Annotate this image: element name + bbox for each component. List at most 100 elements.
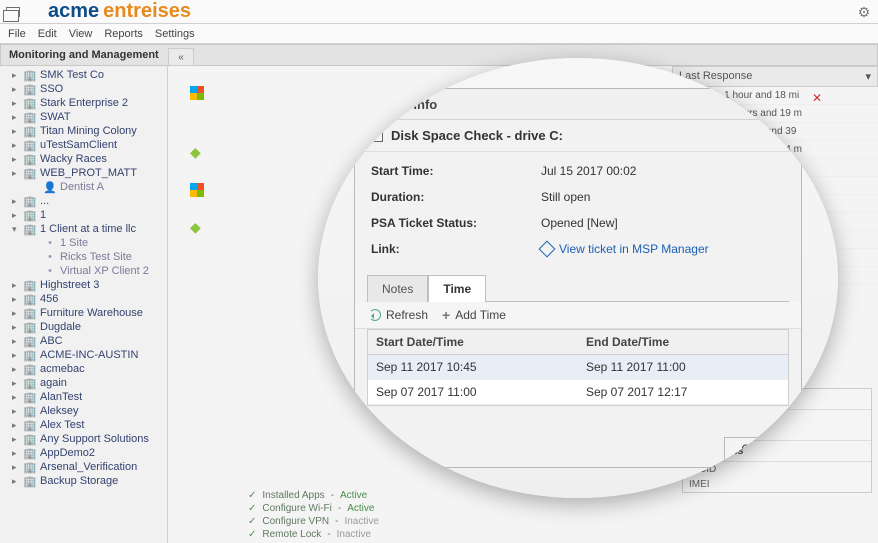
prop-key: Duration: xyxy=(371,190,541,204)
tree-node[interactable]: ▸🏢Furniture Warehouse xyxy=(0,306,167,320)
caret-icon: ▸ xyxy=(12,392,20,403)
tree-node[interactable]: ▸🏢Aleksey xyxy=(0,404,167,418)
tree-node[interactable]: ▸🏢Dugdale xyxy=(0,320,167,334)
caret-icon: ▸ xyxy=(12,210,20,221)
user-icon: 👤 xyxy=(44,181,56,193)
building-icon: 🏢 xyxy=(24,419,36,431)
menu-reports[interactable]: Reports xyxy=(104,28,143,40)
add-time-button[interactable]: + Add Time xyxy=(442,308,506,322)
dialog-properties: Start Time:Jul 15 2017 00:02Duration:Sti… xyxy=(355,152,801,270)
close-button[interactable]: Close xyxy=(724,437,789,461)
tree-node[interactable]: ▸🏢1 xyxy=(0,208,167,222)
building-icon: 🏢 xyxy=(24,83,36,95)
tree-node[interactable]: ▸🏢Arsenal_Verification xyxy=(0,460,167,474)
building-icon: 🏢 xyxy=(24,209,36,221)
caret-icon: ▸ xyxy=(12,434,20,445)
plus-icon: + xyxy=(442,310,450,320)
client-tree[interactable]: ▸🏢SMK Test Co▸🏢SSO▸🏢Stark Enterprise 2▸🏢… xyxy=(0,66,167,490)
check-icon: ✓ xyxy=(248,516,256,527)
sort-caret-icon[interactable]: ▾ xyxy=(865,70,871,83)
menu-file[interactable]: File xyxy=(8,28,26,40)
tree-node[interactable]: ▸🏢Backup Storage xyxy=(0,474,167,488)
caret-icon: ▸ xyxy=(12,420,20,431)
settings-icon[interactable]: ⚙ xyxy=(854,2,874,22)
menu-edit[interactable]: Edit xyxy=(38,28,57,40)
tree-node[interactable]: ▸🏢again xyxy=(0,376,167,390)
building-icon: 🏢 xyxy=(24,321,36,333)
caret-icon: ▸ xyxy=(12,336,20,347)
caret-icon: ▸ xyxy=(12,84,20,95)
prop-key: Link: xyxy=(371,242,541,258)
building-icon: 🏢 xyxy=(24,111,36,123)
collapse-toggle[interactable]: « xyxy=(168,48,194,66)
tree-node[interactable]: ▸🏢AppDemo2 xyxy=(0,446,167,460)
tree-node[interactable]: ▸🏢Alex Test xyxy=(0,418,167,432)
caret-icon: ▸ xyxy=(12,406,20,417)
tree-node[interactable]: •Virtual XP Client 2 xyxy=(0,264,167,278)
time-toolbar: Refresh + Add Time xyxy=(355,302,801,329)
disk-icon xyxy=(367,130,383,142)
caret-icon: ▾ xyxy=(12,224,20,235)
menu-bar: File Edit View Reports Settings xyxy=(0,24,878,44)
refresh-button[interactable]: Refresh xyxy=(369,308,428,322)
tree-node[interactable]: ▸🏢ACME-INC-AUSTIN xyxy=(0,348,167,362)
building-icon: 🏢 xyxy=(24,335,36,347)
col-start[interactable]: Start Date/Time xyxy=(368,330,578,354)
tree-node[interactable]: ▸🏢acmebac xyxy=(0,362,167,376)
cell-start: Sep 07 2017 11:00 xyxy=(368,380,578,404)
prop-value: Still open xyxy=(541,190,785,204)
dialog-tabs: Notes Time xyxy=(367,274,789,302)
tree-node[interactable]: ▸🏢Stark Enterprise 2 xyxy=(0,96,167,110)
building-icon: 🏢 xyxy=(24,97,36,109)
building-icon: 🏢 xyxy=(24,293,36,305)
caret-icon: ▸ xyxy=(12,448,20,459)
tree-node[interactable]: •1 Site xyxy=(0,236,167,250)
building-icon: 🏢 xyxy=(24,125,36,137)
tab-notes[interactable]: Notes xyxy=(367,275,428,302)
prop-value: Opened [New] xyxy=(541,216,785,230)
title-bar: acme entreises ⚙ xyxy=(0,0,878,24)
view-ticket-link[interactable]: View ticket in MSP Manager xyxy=(541,242,709,256)
menu-view[interactable]: View xyxy=(69,28,93,40)
sidebar: ▸🏢SMK Test Co▸🏢SSO▸🏢Stark Enterprise 2▸🏢… xyxy=(0,66,168,543)
menu-settings[interactable]: Settings xyxy=(155,28,195,40)
tree-node[interactable]: •Ricks Test Site xyxy=(0,250,167,264)
tree-node[interactable]: ▸🏢AlanTest xyxy=(0,390,167,404)
tree-node[interactable]: ▸🏢SWAT xyxy=(0,110,167,124)
dot-icon: • xyxy=(44,265,56,277)
feature-row: ✓Remote Lock-Inactive xyxy=(248,528,379,541)
building-icon: 🏢 xyxy=(24,349,36,361)
tree-node[interactable]: ▸🏢456 xyxy=(0,292,167,306)
tree-node[interactable]: ▸🏢SMK Test Co xyxy=(0,68,167,82)
caret-icon: ▸ xyxy=(12,350,20,361)
time-entry-row[interactable]: Sep 11 2017 10:45Sep 11 2017 11:00 xyxy=(368,355,788,380)
dot-icon: • xyxy=(44,237,56,249)
tree-node[interactable]: ▸🏢SSO xyxy=(0,82,167,96)
tree-node[interactable]: ▸🏢Highstreet 3 xyxy=(0,278,167,292)
tree-node[interactable]: 👤Dentist A xyxy=(0,180,167,194)
tab-time[interactable]: Time xyxy=(428,275,486,302)
building-icon: 🏢 xyxy=(24,377,36,389)
close-icon[interactable]: ✕ xyxy=(773,95,791,113)
building-icon: 🏢 xyxy=(24,139,36,151)
time-entry-row[interactable]: Sep 07 2017 11:00Sep 07 2017 12:17 xyxy=(368,380,788,405)
installed-apps-list: ✓Installed Apps-Active✓Configure Wi-Fi-A… xyxy=(248,489,379,541)
caret-icon: ▸ xyxy=(12,98,20,109)
check-icon: ✓ xyxy=(248,503,256,514)
tree-node[interactable]: ▸🏢Any Support Solutions xyxy=(0,432,167,446)
brand-acme: acme xyxy=(48,0,99,23)
tree-node[interactable]: ▸🏢uTestSamClient xyxy=(0,138,167,152)
col-end[interactable]: End Date/Time xyxy=(578,330,788,354)
tree-node[interactable]: ▾🏢1 Client at a time llc xyxy=(0,222,167,236)
tree-node[interactable]: ▸🏢Titan Mining Colony xyxy=(0,124,167,138)
tree-node[interactable]: ▸🏢Wacky Races xyxy=(0,152,167,166)
cell-end: Sep 11 2017 11:00 xyxy=(578,355,788,379)
check-icon: ✓ xyxy=(248,529,256,540)
tree-node[interactable]: ▸🏢WEB_PROT_MATT xyxy=(0,166,167,180)
caret-icon: ▸ xyxy=(12,112,20,123)
building-icon: 🏢 xyxy=(24,475,36,487)
tree-node[interactable]: ▸🏢ABC xyxy=(0,334,167,348)
tree-node[interactable]: ▸🏢... xyxy=(0,194,167,208)
caret-icon: ▸ xyxy=(12,308,20,319)
caret-icon: ▸ xyxy=(12,322,20,333)
